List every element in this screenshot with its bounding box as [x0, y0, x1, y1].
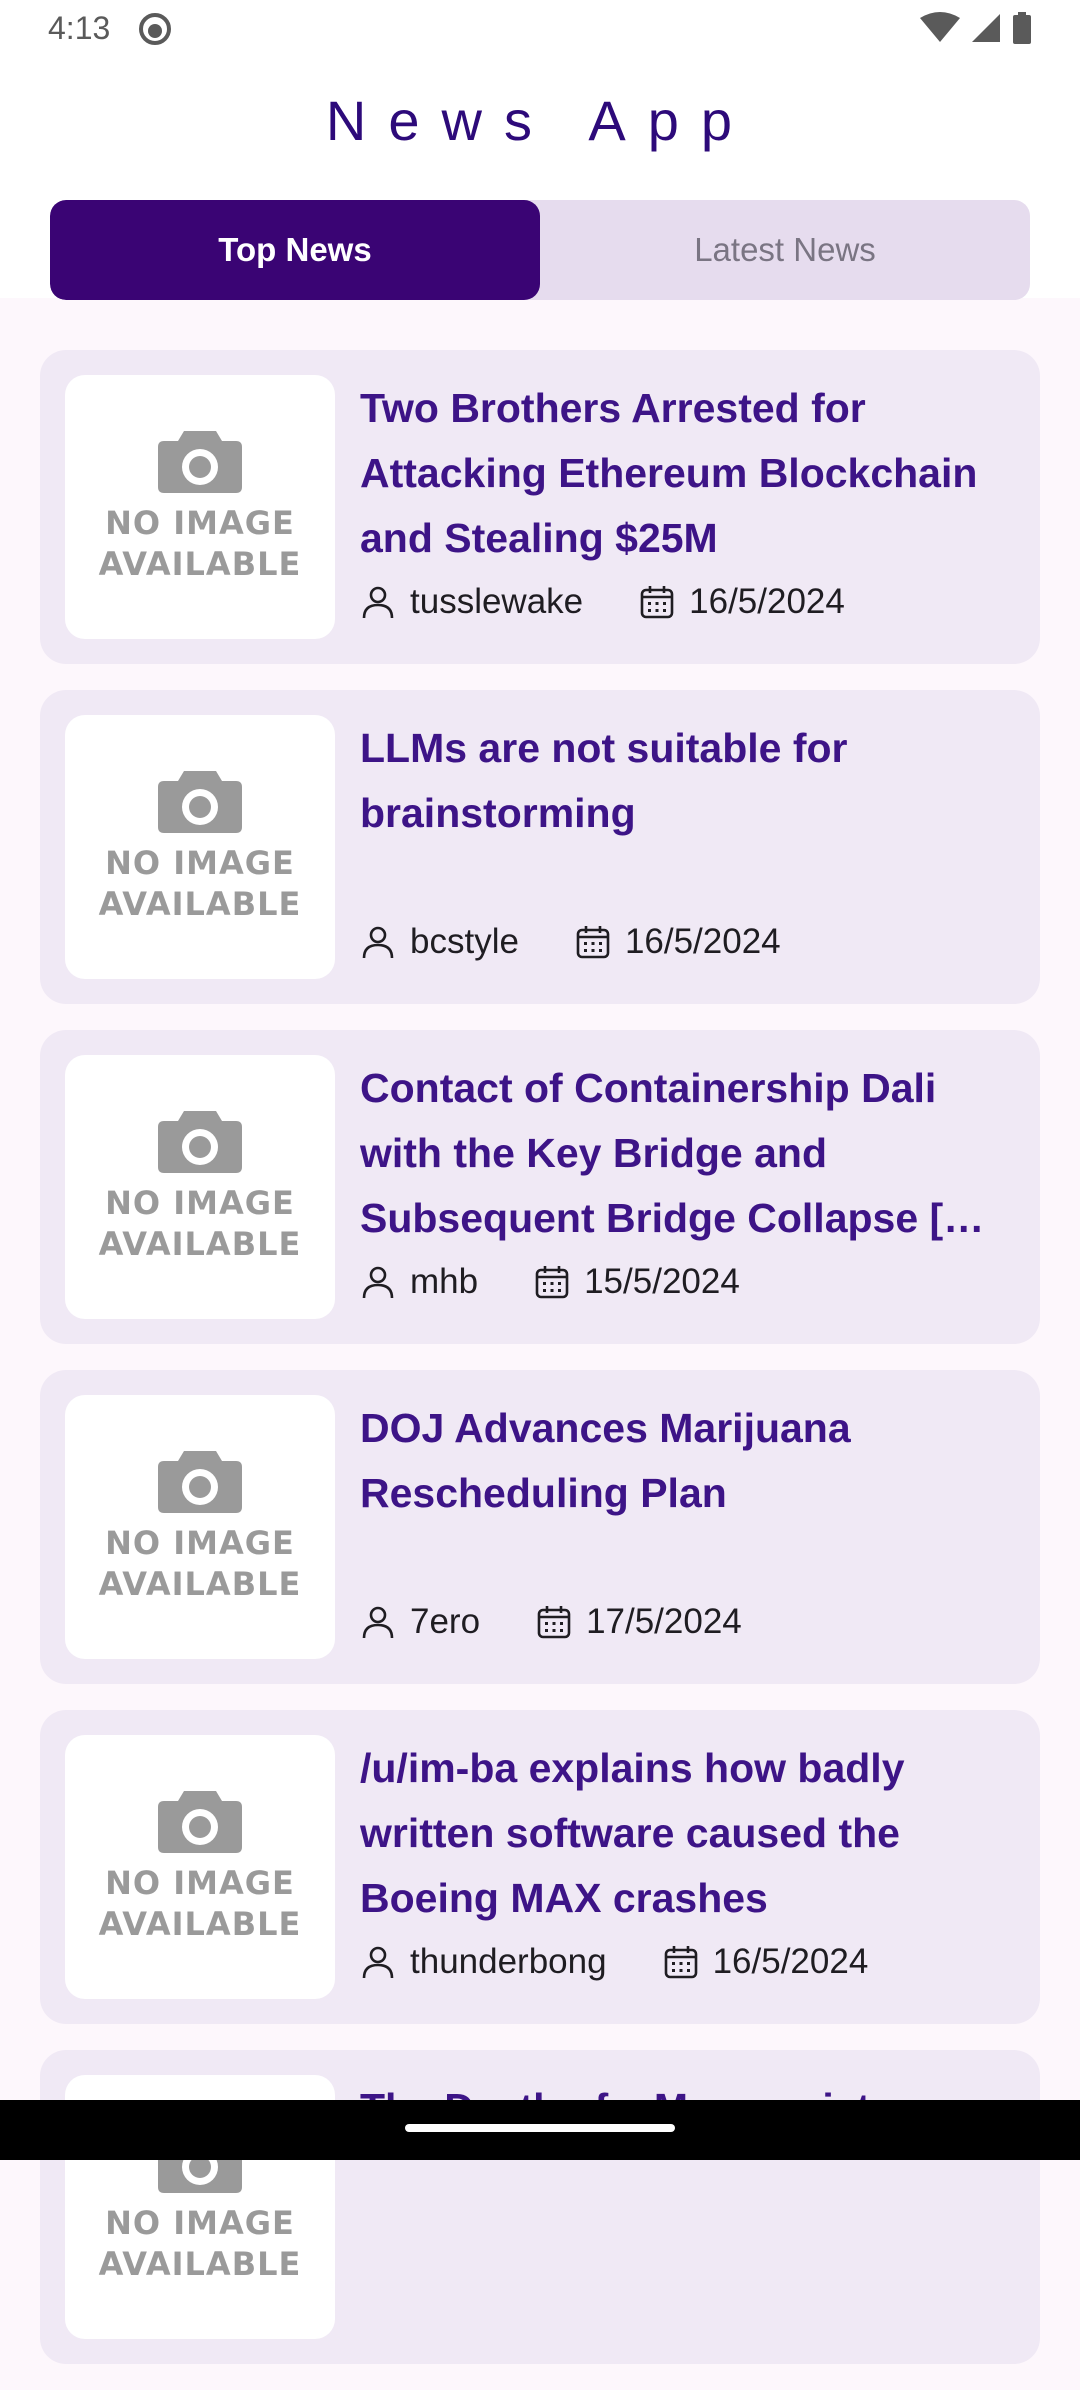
calendar-icon	[664, 1946, 697, 1979]
article-meta: thunderbong 16/5/2024	[360, 1942, 868, 1982]
article-meta: tusslewake 16/5/2024	[360, 582, 845, 622]
notification-app-icon	[139, 13, 171, 45]
home-gesture-handle[interactable]	[405, 2124, 675, 2132]
article-title[interactable]: Two Brothers Arrested for Attacking Ethe…	[360, 376, 1010, 571]
article-author: mhb	[410, 1262, 479, 1301]
person-icon	[362, 1606, 394, 1639]
article-date: 16/5/2024	[689, 582, 845, 621]
status-time: 4:13	[48, 10, 111, 46]
camera-icon	[158, 1451, 242, 1513]
article-date: 17/5/2024	[586, 1602, 742, 1641]
article-date: 16/5/2024	[624, 922, 781, 961]
person-icon	[362, 926, 394, 959]
wifi-icon	[920, 12, 960, 42]
news-card[interactable]: NO IMAGE AVAILABLE/u/im-ba explains how b…	[40, 1710, 1040, 2024]
tab-latest-news[interactable]: Latest News	[540, 200, 1030, 300]
article-title[interactable]: Contact of Containership Dali with the K…	[360, 1056, 1010, 1251]
no-image-text: NO IMAGE AVAILABLE	[98, 1524, 302, 1603]
person-icon	[362, 1266, 394, 1299]
calendar-icon	[640, 586, 674, 619]
no-image-text: NO IMAGE AVAILABLE	[98, 504, 302, 583]
article-title[interactable]: LLMs are not suitable for brainstorming	[360, 716, 1010, 846]
news-card[interactable]: NO IMAGE AVAILABLE Contact of Containershi…	[40, 1030, 1040, 1344]
top-app-bar: 4:13 News App Top News Latest News	[0, 0, 1080, 300]
article-author: bcstyle	[410, 922, 519, 961]
no-image-text: NO IMAGE AVAILABLE	[98, 2204, 302, 2283]
camera-icon	[158, 1111, 242, 1173]
article-author: tusslewake	[410, 582, 584, 621]
app-title: News App	[325, 89, 755, 152]
article-thumbnail: NO IMAGE AVAILABLE	[65, 375, 335, 639]
tab-top-news[interactable]: Top News	[50, 200, 540, 300]
news-list[interactable]: NO IMAGE AVAILABLE Two Brothers Arrested f…	[40, 350, 1040, 2390]
article-date: 15/5/2024	[584, 1262, 740, 1301]
article-thumbnail: NO IMAGE AVAILABLE	[65, 715, 335, 979]
article-author: 7ero	[410, 1602, 481, 1641]
person-icon	[362, 586, 394, 619]
article-thumbnail: NO IMAGE AVAILABLE	[65, 1735, 335, 1999]
article-date: 16/5/2024	[712, 1942, 869, 1981]
article-meta: 7ero 17/5/2024	[360, 1602, 742, 1642]
news-card[interactable]: NO IMAGE AVAILABLE LLMs are not suitable f…	[40, 690, 1040, 1004]
camera-icon	[158, 1791, 242, 1853]
camera-icon	[158, 771, 242, 833]
news-card[interactable]: NO IMAGE AVAILABLE Two Brothers Arrested f…	[40, 350, 1040, 664]
status-bar: 4:13	[0, 0, 1080, 62]
no-image-text: NO IMAGE AVAILABLE	[98, 844, 302, 923]
article-title[interactable]: /u/im-ba explains how badly written soft…	[360, 1736, 1010, 1931]
calendar-icon	[537, 1606, 571, 1639]
article-thumbnail: NO IMAGE AVAILABLE	[65, 1055, 335, 1319]
news-card[interactable]: NO IMAGEAVAILABLEThe Death of a Mnemonis…	[40, 2050, 1040, 2364]
news-card[interactable]: NO IMAGE AVAILABLE DOJ Advances Marijuana …	[40, 1370, 1040, 1684]
calendar-icon	[535, 1266, 569, 1299]
article-meta: mhb 15/5/2024	[360, 1262, 740, 1302]
no-image-text: NO IMAGE AVAILABLE	[98, 1184, 302, 1263]
signal-icon	[972, 14, 1000, 42]
camera-icon	[158, 431, 242, 493]
article-meta: bcstyle 16/5/2024	[360, 922, 781, 962]
calendar-icon	[576, 926, 610, 959]
news-tabs: Top News Latest News	[50, 200, 1030, 300]
person-icon	[362, 1946, 394, 1979]
article-author: thunderbong	[410, 1942, 607, 1981]
battery-icon	[1013, 12, 1031, 44]
article-thumbnail: NO IMAGE AVAILABLE	[65, 1395, 335, 1659]
article-title[interactable]: DOJ Advances Marijuana Rescheduling Plan	[360, 1396, 1010, 1526]
no-image-text: NO IMAGE AVAILABLE	[98, 1864, 302, 1943]
